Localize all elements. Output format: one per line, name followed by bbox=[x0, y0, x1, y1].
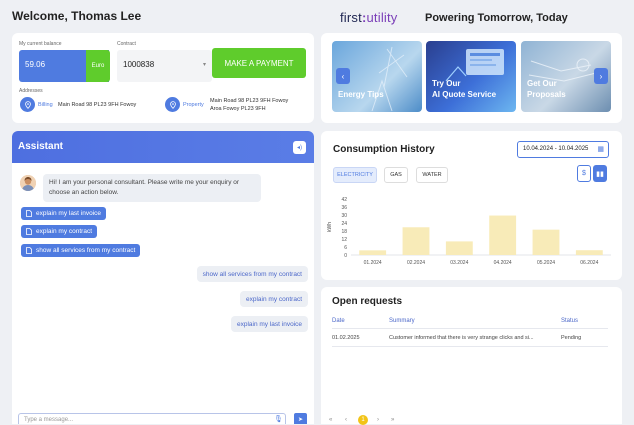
brand-logo[interactable]: first:utility bbox=[340, 10, 398, 25]
pager-next[interactable]: › bbox=[377, 417, 379, 423]
user-message: explain my contract bbox=[240, 291, 308, 307]
message-input[interactable]: Type a message... bbox=[18, 413, 286, 424]
chevron-right-icon: › bbox=[599, 71, 603, 81]
balance-label: My current balance bbox=[19, 41, 62, 47]
pager-prev[interactable]: ‹ bbox=[345, 417, 347, 423]
quick-action-chip[interactable]: explain my last invoice bbox=[21, 207, 107, 220]
banner-title: Energy Tips bbox=[338, 90, 384, 99]
tab-electricity[interactable]: ELECTRICITY bbox=[333, 167, 377, 183]
table-divider bbox=[332, 346, 608, 347]
request-status: Pending bbox=[561, 335, 582, 341]
user-message: explain my last invoice bbox=[230, 316, 308, 332]
bar bbox=[402, 227, 430, 255]
y-axis-label: kWh bbox=[327, 222, 333, 232]
chevron-left-icon: ‹ bbox=[341, 71, 345, 81]
banner-title: Get Our Proposals bbox=[527, 79, 566, 99]
bar-chart-icon: ▮▮ bbox=[596, 170, 604, 178]
send-icon: ➤ bbox=[297, 417, 304, 423]
date-range-value: 10.04.2024 - 10.04.2025 bbox=[523, 146, 589, 152]
y-tick-label: 30 bbox=[341, 213, 347, 219]
open-requests-card: Open requests Date Summary Status 01.02.… bbox=[321, 287, 622, 425]
quick-action-chip[interactable]: explain my contract bbox=[21, 225, 97, 238]
welcome-heading: Welcome, Thomas Lee bbox=[12, 9, 142, 23]
property-address: Main Road 98 PL23 9FH Fowoy Aroa Fowoy P… bbox=[210, 97, 288, 113]
property-address-line1: Main Road 98 PL23 9FH Fowoy bbox=[210, 98, 289, 104]
y-tick-label: 42 bbox=[341, 197, 347, 203]
speaker-icon[interactable]: ◂) bbox=[293, 141, 306, 154]
bar bbox=[532, 229, 560, 255]
user-message: show all services from my contract bbox=[196, 266, 308, 282]
quick-action-chip[interactable]: show all services from my contract bbox=[21, 244, 141, 257]
chip-label: show all services from my contract bbox=[36, 247, 136, 254]
y-tick-label: 24 bbox=[341, 221, 347, 227]
assistant-panel: Assistant ◂) Hi! I am your personal cons… bbox=[12, 131, 314, 424]
y-tick-label: 0 bbox=[344, 253, 347, 259]
bar bbox=[359, 250, 387, 255]
addresses-label: Addresses bbox=[19, 88, 43, 94]
x-tick-label: 06.2024 bbox=[580, 260, 598, 266]
pager-last[interactable]: » bbox=[391, 417, 394, 423]
x-tick-label: 04.2024 bbox=[494, 260, 512, 266]
request-summary: Customer informed that there is very str… bbox=[389, 335, 534, 341]
assistant-greeting: Hi! I am your personal consultant. Pleas… bbox=[43, 174, 261, 202]
chart-view-toggle[interactable]: ▮▮ bbox=[593, 165, 607, 182]
y-tick-label: 18 bbox=[341, 229, 347, 235]
chip-label: explain my contract bbox=[36, 228, 92, 235]
tab-gas[interactable]: GAS bbox=[384, 167, 408, 183]
bar bbox=[445, 241, 473, 255]
carousel-next-button[interactable]: › bbox=[594, 68, 608, 84]
document-icon bbox=[26, 247, 32, 254]
contract-label: Contract bbox=[117, 41, 136, 47]
request-date: 01.02.2025 bbox=[332, 335, 360, 341]
tab-water[interactable]: WATER bbox=[416, 167, 448, 183]
assistant-header: Assistant ◂) bbox=[12, 131, 314, 163]
banner-title: Try Our AI Quote Service bbox=[432, 79, 497, 99]
x-tick-label: 02.2024 bbox=[407, 260, 425, 266]
microphone-icon[interactable]: 🎙 bbox=[274, 415, 283, 423]
chip-label: explain my last invoice bbox=[36, 210, 102, 217]
document-icon bbox=[26, 210, 32, 217]
billing-address: Main Road 98 PL23 9FH Fowoy bbox=[58, 102, 137, 108]
billing-address-kind: Billing bbox=[38, 102, 53, 108]
x-tick-label: 01.2024 bbox=[364, 260, 382, 266]
balance-value: 59.06 bbox=[25, 60, 46, 69]
logo-first: first bbox=[340, 10, 362, 25]
y-tick-label: 36 bbox=[341, 205, 347, 211]
bar bbox=[575, 250, 603, 255]
consultant-avatar bbox=[20, 175, 36, 191]
consumption-title: Consumption History bbox=[333, 144, 435, 155]
pager-first[interactable]: « bbox=[329, 417, 332, 423]
banner-ai-quote[interactable]: Try Our AI Quote Service bbox=[426, 41, 516, 112]
carousel-prev-button[interactable]: ‹ bbox=[336, 68, 350, 84]
location-pin-icon bbox=[20, 97, 35, 112]
logo-utility: utility bbox=[366, 10, 398, 25]
account-summary-card: My current balance 59.06 Euro Contract 1… bbox=[12, 33, 314, 123]
currency-badge: Euro bbox=[86, 50, 110, 82]
assistant-title: Assistant bbox=[18, 141, 64, 152]
calendar-icon: ▦ bbox=[597, 146, 604, 153]
contract-value: 1000838 bbox=[123, 60, 155, 69]
location-pin-icon bbox=[165, 97, 180, 112]
make-payment-button[interactable]: MAKE A PAYMENT bbox=[212, 48, 306, 78]
chevron-down-icon: ▾ bbox=[202, 62, 206, 68]
y-tick-label: 6 bbox=[344, 245, 347, 251]
x-tick-label: 03.2024 bbox=[450, 260, 468, 266]
contract-select[interactable]: 1000838 ▾ bbox=[117, 50, 212, 82]
consumption-card: Consumption History 10.04.2024 - 10.04.2… bbox=[321, 131, 622, 280]
date-range-picker[interactable]: 10.04.2024 - 10.04.2025 ▦ bbox=[517, 141, 609, 158]
bar bbox=[489, 215, 517, 255]
x-tick-label: 05.2024 bbox=[537, 260, 555, 266]
currency-view-toggle[interactable]: $ bbox=[577, 165, 591, 182]
promo-carousel: Energy Tips Try Our AI Quote Service Get … bbox=[321, 33, 622, 123]
document-icon bbox=[26, 228, 32, 235]
property-address-line2: Aroa Fowoy PL23 9FH bbox=[210, 106, 266, 112]
y-tick-label: 12 bbox=[341, 237, 347, 243]
tagline: Powering Tomorrow, Today bbox=[425, 12, 568, 24]
consumption-chart: kWh 0 6 12 18 24 30 36 42 01.2024 02.2024 03.2024 04… bbox=[327, 197, 611, 266]
send-button[interactable]: ➤ bbox=[294, 413, 307, 424]
table-row[interactable]: 01.02.2025 Customer informed that there … bbox=[321, 287, 622, 347]
property-address-kind: Property bbox=[183, 102, 204, 108]
